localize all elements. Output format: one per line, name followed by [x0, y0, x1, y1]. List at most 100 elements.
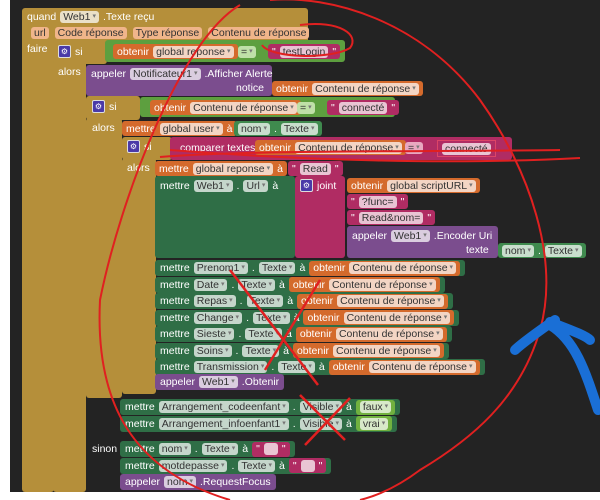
get-block[interactable]: obtenir Contenu de réponse ▾ [272, 81, 423, 96]
component-dropdown[interactable]: Web1 ▾ [391, 229, 430, 242]
boolean-dropdown[interactable]: vrai ▾ [359, 417, 389, 430]
component-dropdown[interactable]: nom ▾ [238, 122, 270, 135]
component-dropdown[interactable]: Repas ▾ [193, 295, 236, 307]
property-dropdown[interactable]: Texte ▾ [544, 244, 582, 257]
property-dropdown[interactable]: Texte ▾ [252, 311, 290, 324]
boolean-dropdown[interactable]: faux ▾ [359, 401, 392, 413]
component-dropdown[interactable]: Web1 ▾ [199, 376, 238, 388]
text-value[interactable] [300, 459, 315, 472]
boolean-block[interactable]: faux ▾ [355, 399, 396, 415]
component-getter[interactable]: nom ▾. Texte ▾ [498, 243, 586, 258]
property-dropdown[interactable]: Texte ▾ [238, 278, 276, 291]
component-dropdown[interactable]: Sieste ▾ [193, 328, 235, 340]
get-block[interactable]: obtenir Contenu de réponse ▾ [297, 293, 448, 309]
text-value[interactable]: ?func= [358, 195, 397, 208]
component-dropdown[interactable]: Soins ▾ [193, 344, 232, 357]
component-dropdown[interactable]: Arrangement_codeenfant ▾ [158, 401, 289, 413]
component-dropdown[interactable]: Date ▾ [193, 278, 228, 291]
property-dropdown[interactable]: Texte ▾ [278, 361, 315, 373]
request-focus-block[interactable]: appeler nom ▾ .RequestFocus [120, 474, 276, 490]
var-dropdown[interactable]: Contenu de réponse ▾ [368, 361, 476, 373]
equals-dropdown[interactable]: = ▾ [297, 101, 315, 114]
text-value[interactable]: connecté [338, 101, 388, 114]
var-dropdown[interactable]: global scriptURL ▾ [387, 179, 476, 192]
component-dropdown[interactable]: motdepasse ▾ [158, 459, 228, 472]
var-dropdown[interactable]: Contenu de réponse ▾ [312, 82, 419, 95]
var-dropdown[interactable]: Contenu de réponse ▾ [343, 311, 451, 324]
component-dropdown[interactable]: Transmission ▾ [193, 361, 268, 373]
var-dropdown[interactable]: Contenu de réponse ▾ [337, 295, 444, 307]
param-url[interactable]: url [31, 26, 49, 39]
component-dropdown[interactable]: Web1 ▾ [193, 179, 233, 192]
empty-text-block[interactable]: " " [288, 458, 327, 473]
set-text-block[interactable]: mettre Prenom1 ▾. Texte ▾ à obtenir Contenu de … [155, 260, 466, 276]
get-block[interactable]: obtenir Contenu de réponse ▾ [309, 260, 461, 276]
set-text-block[interactable]: mettre Sieste ▾. Texte ▾ à obtenir Contenu de r… [155, 326, 452, 342]
component-dropdown[interactable]: Notificateur1 ▾ [130, 67, 201, 80]
get-block[interactable]: obtenir global reponse ▾ [113, 44, 238, 59]
set-text-block[interactable]: mettre Date ▾. Texte ▾ à obtenir Contenu de rép… [155, 276, 445, 293]
var-dropdown[interactable]: Contenu de réponse ▾ [190, 101, 297, 114]
text-block[interactable]: " Read " [288, 161, 343, 176]
text-block[interactable]: connecté [437, 140, 496, 157]
equals-dropdown[interactable]: = ▾ [405, 141, 423, 154]
get-block[interactable]: obtenir Contenu de réponse ▾ [295, 326, 447, 342]
property-dropdown[interactable]: Texte ▾ [258, 262, 296, 274]
param-code[interactable]: Code réponse [54, 26, 127, 39]
text-value[interactable]: Read [299, 162, 331, 175]
property-dropdown[interactable]: Url ▾ [243, 179, 269, 192]
text-value[interactable] [263, 443, 278, 455]
text-value[interactable]: connecté [442, 142, 491, 155]
set-text-block[interactable]: mettre motdepasse ▾. Texte ▾ à " " [120, 457, 332, 474]
component-getter[interactable]: nom ▾. Texte ▾ [234, 121, 322, 136]
param-content[interactable]: Contenu de réponse [208, 26, 310, 39]
get-block[interactable]: obtenir global scriptURL ▾ [347, 178, 480, 193]
var-dropdown[interactable]: Contenu de réponse ▾ [349, 262, 457, 274]
text-block[interactable]: " connecté " [327, 100, 400, 115]
get-block[interactable]: obtenir Contenu de réponse ▾ [292, 343, 444, 358]
empty-text-block[interactable]: " " [252, 441, 290, 457]
set-global-user-block[interactable]: mettre global user ▾ à [122, 121, 237, 136]
component-dropdown[interactable]: Change ▾ [193, 311, 243, 324]
var-dropdown[interactable]: global reponse ▾ [192, 162, 274, 175]
get-block[interactable]: obtenir Contenu de réponse ▾ [255, 140, 406, 155]
gear-icon[interactable]: ⚙ [92, 100, 105, 113]
text-value[interactable]: testLogin [279, 45, 329, 58]
component-dropdown[interactable]: Prenom1 ▾ [193, 262, 248, 274]
set-text-block[interactable]: mettre Soins ▾. Texte ▾ à obtenir Contenu de ré… [155, 342, 449, 359]
get-block[interactable]: obtenir Contenu de réponse ▾ [150, 100, 301, 115]
get-block[interactable]: obtenir Contenu de réponse ▾ [328, 359, 480, 375]
component-dropdown[interactable]: nom ▾ [158, 443, 191, 455]
var-dropdown[interactable]: global reponse ▾ [153, 45, 234, 58]
property-dropdown[interactable]: Texte ▾ [201, 443, 239, 455]
var-dropdown[interactable]: Contenu de réponse ▾ [335, 328, 443, 340]
text-value[interactable]: Read&nom= [358, 211, 424, 224]
property-dropdown[interactable]: Texte ▾ [280, 122, 318, 135]
get-block[interactable]: obtenir Contenu de réponse ▾ [303, 310, 455, 325]
set-text-block[interactable]: mettre Repas ▾. Texte ▾ à obtenir Contenu de ré… [155, 293, 453, 309]
gear-icon[interactable]: ⚙ [127, 140, 140, 153]
gear-icon[interactable]: ⚙ [300, 179, 313, 192]
gear-icon[interactable]: ⚙ [58, 45, 71, 58]
param-type[interactable]: Type réponse [132, 26, 203, 39]
var-dropdown[interactable]: Contenu de réponse ▾ [328, 278, 436, 291]
boolean-block[interactable]: vrai ▾ [355, 416, 393, 431]
property-dropdown[interactable]: Visible ▾ [299, 401, 342, 413]
property-dropdown[interactable]: Visible ▾ [299, 417, 342, 430]
component-dropdown[interactable]: Arrangement_infoenfant1 ▾ [158, 417, 289, 430]
get-block[interactable]: obtenir Contenu de réponse ▾ [288, 277, 440, 292]
property-dropdown[interactable]: Texte ▾ [242, 344, 280, 357]
call-obtenir-block[interactable]: appeler Web1 ▾ .Obtenir [155, 374, 285, 390]
set-text-block[interactable]: mettre Change ▾. Texte ▾ à obtenir Contenu de r… [155, 309, 460, 326]
equals-dropdown[interactable]: = ▾ [238, 45, 256, 58]
set-global-reponse-block[interactable]: mettre global reponse ▾ à [155, 161, 288, 176]
text-block[interactable]: " Read&nom= " [347, 210, 436, 225]
event-component-dropdown[interactable]: Web1 ▾ [60, 10, 99, 23]
var-dropdown[interactable]: global user ▾ [159, 122, 223, 135]
component-dropdown[interactable]: nom ▾ [164, 476, 196, 488]
var-dropdown[interactable]: Contenu de réponse ▾ [333, 344, 440, 357]
var-dropdown[interactable]: Contenu de réponse ▾ [295, 141, 402, 154]
component-dropdown[interactable]: nom ▾ [502, 244, 534, 257]
set-text-block[interactable]: mettre nom ▾. Texte ▾ à " " [120, 441, 295, 457]
text-block[interactable]: " ?func= " [347, 194, 409, 209]
